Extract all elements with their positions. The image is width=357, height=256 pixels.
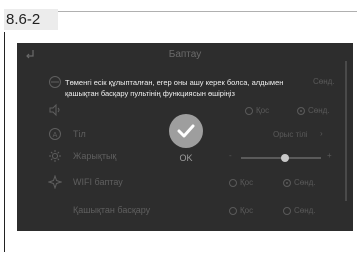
brightness-label: Жарықтық	[73, 151, 117, 161]
chevron-right-icon: ›	[320, 129, 323, 138]
wifi-on-radio[interactable]: Қос	[229, 178, 253, 187]
wifi-on-label: Қос	[240, 178, 254, 187]
sun-icon	[49, 150, 61, 162]
screen-title: Баптау	[168, 49, 202, 60]
confirm-button[interactable]	[169, 114, 203, 148]
wifi-off-label: Сөнд.	[294, 178, 316, 187]
remote-off-label: Сөнд.	[294, 206, 316, 215]
language-label: Тіл	[73, 129, 86, 139]
sound-off-label: Сөнд.	[308, 106, 330, 115]
wifi-label: WIFI баптау	[73, 177, 123, 187]
remote-off-radio[interactable]: Сөнд.	[283, 206, 316, 215]
radio-on-icon	[297, 106, 305, 115]
globe-icon: A	[49, 128, 61, 140]
device-screen: Баптау Сөнд. Қос Сөнд. A Тіл Орыс тілі ›	[17, 43, 353, 231]
radio-off-icon	[229, 206, 237, 215]
top-bar: Баптау	[17, 43, 353, 69]
radio-off-icon	[245, 106, 253, 115]
remote-on-label: Қос	[240, 206, 254, 215]
brightness-plus[interactable]: +	[327, 151, 332, 160]
language-value: Орыс тілі	[273, 130, 308, 139]
radio-on-icon	[283, 178, 291, 187]
lock-state-value: Сөнд.	[313, 77, 335, 86]
sound-on-radio[interactable]: Қос	[245, 106, 269, 115]
checkmark-icon	[177, 124, 195, 138]
radio-off-icon	[283, 206, 291, 215]
ok-label: OK	[179, 153, 193, 163]
sound-off-radio[interactable]: Сөнд.	[297, 106, 330, 115]
door-lock-icon	[49, 76, 61, 88]
brightness-slider-knob[interactable]	[281, 154, 289, 162]
row-remote: Қашықтан басқару Қос Сөнд.	[17, 199, 353, 223]
wifi-settings-icon	[48, 175, 62, 189]
section-number: 8.6-2	[4, 9, 58, 30]
lock-warning-message: Төменгі есік құлыпталған, егер оны ашу к…	[65, 78, 284, 98]
remote-label: Қашықтан басқару	[73, 205, 151, 215]
margin-line	[4, 32, 5, 252]
wifi-off-radio[interactable]: Сөнд.	[283, 178, 316, 187]
remote-on-radio[interactable]: Қос	[229, 206, 253, 215]
brightness-minus[interactable]: -	[229, 151, 232, 160]
speaker-icon	[49, 103, 60, 117]
sound-on-label: Қос	[256, 106, 270, 115]
radio-off-icon	[229, 178, 237, 187]
svg-text:A: A	[53, 132, 58, 139]
row-wifi: WIFI баптау Қос Сөнд.	[17, 171, 353, 195]
